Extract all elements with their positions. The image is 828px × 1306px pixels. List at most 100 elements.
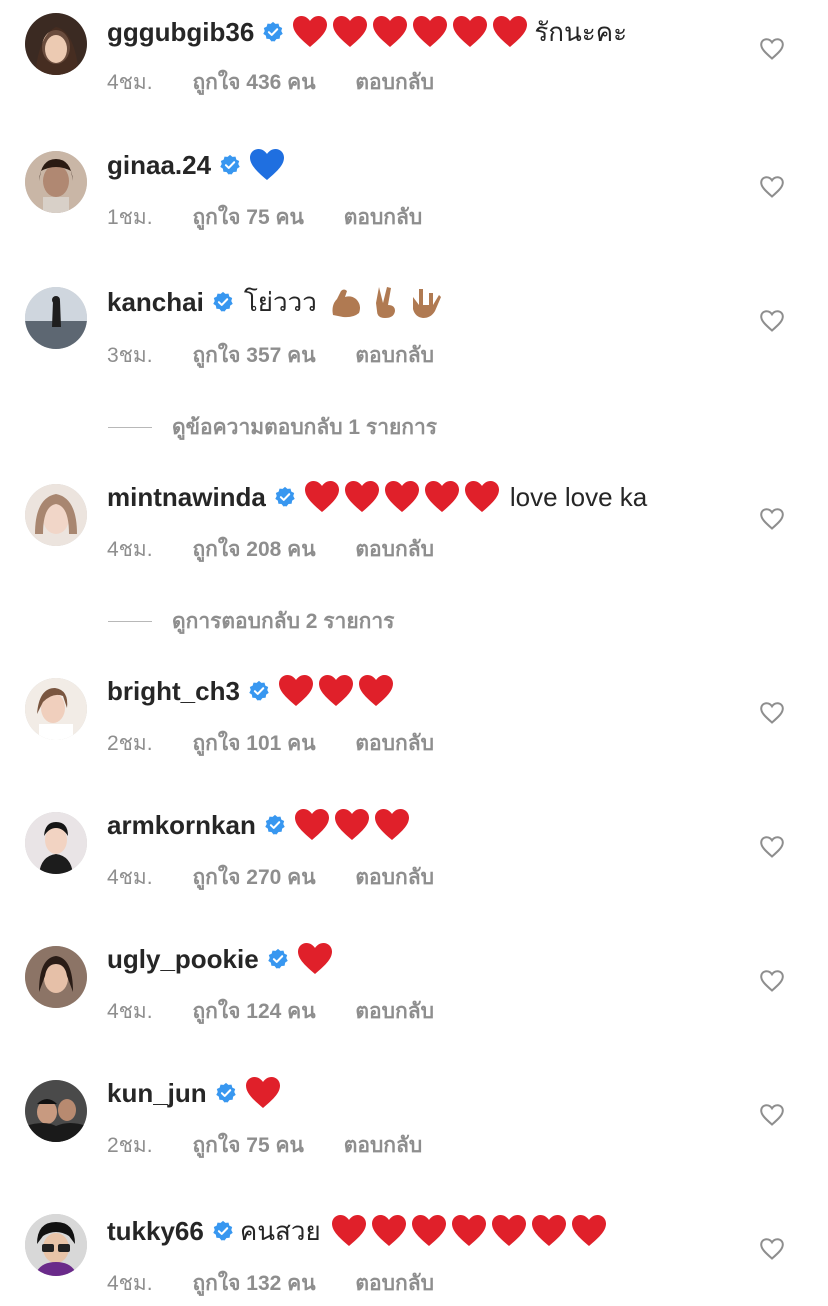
verified-badge-icon	[213, 1220, 233, 1241]
reply-button[interactable]: ตอบกลับ	[355, 344, 434, 367]
verified-badge-icon	[213, 291, 233, 312]
username[interactable]: mintnawinda	[107, 482, 266, 513]
red-heart-icon	[331, 1215, 366, 1246]
heart-outline-icon[interactable]	[760, 970, 784, 992]
comment-time: 4ชม.	[107, 71, 153, 94]
reply-button[interactable]: ตอบกลับ	[355, 71, 434, 94]
comment-text: คนสวย	[239, 1215, 321, 1246]
reply-button[interactable]: ตอบกลับ	[355, 1272, 434, 1295]
reply-button[interactable]: ตอบกลับ	[355, 1000, 434, 1023]
view-replies-label[interactable]: ดูข้อความตอบกลับ 1 รายการ	[172, 411, 437, 444]
verified-badge-icon	[215, 1082, 236, 1103]
avatar[interactable]	[25, 13, 87, 75]
avatar[interactable]	[25, 812, 87, 874]
username[interactable]: armkornkan	[107, 810, 256, 841]
verified-badge-icon	[263, 21, 284, 42]
reply-button[interactable]: ตอบกลับ	[344, 206, 423, 229]
heart-outline-icon[interactable]	[760, 836, 784, 858]
like-count[interactable]: ถูกใจ 357 คน	[192, 344, 315, 367]
verified-badge-icon	[220, 154, 240, 175]
comment-meta: 2ชม. ถูกใจ 75 คน ตอบกลับ	[107, 1129, 456, 1162]
avatar[interactable]	[25, 484, 87, 546]
view-replies-button[interactable]: ดูข้อความตอบกลับ 1 รายการ	[108, 411, 437, 444]
red-heart-icon	[278, 675, 313, 706]
like-count[interactable]: ถูกใจ 208 คน	[192, 538, 315, 561]
view-replies-button[interactable]: ดูการตอบกลับ 2 รายการ	[108, 605, 394, 638]
red-heart-icon	[358, 675, 393, 706]
comment-time: 2ชม.	[107, 1134, 153, 1157]
like-count[interactable]: ถูกใจ 270 คน	[192, 866, 315, 889]
red-heart-icon	[411, 1215, 446, 1246]
red-heart-icon	[294, 809, 329, 840]
like-count[interactable]: ถูกใจ 132 คน	[192, 1272, 315, 1295]
avatar[interactable]	[25, 1080, 87, 1142]
like-count[interactable]: ถูกใจ 75 คน	[192, 1134, 303, 1157]
heart-emojis	[294, 808, 414, 842]
comment-meta: 1ชม. ถูกใจ 75 คน ตอบกลับ	[107, 201, 456, 234]
heart-emojis	[304, 480, 504, 514]
red-heart-icon	[451, 1215, 486, 1246]
avatar[interactable]	[25, 678, 87, 740]
reply-button[interactable]: ตอบกลับ	[355, 538, 434, 561]
red-heart-icon	[413, 16, 448, 47]
comment-time: 4ชม.	[107, 1000, 153, 1023]
comment-meta: 2ชม. ถูกใจ 101 คน ตอบกลับ	[107, 727, 468, 760]
reply-button[interactable]: ตอบกลับ	[355, 732, 434, 755]
red-heart-icon	[453, 16, 488, 47]
heart-outline-icon[interactable]	[760, 1238, 784, 1260]
red-heart-icon	[374, 809, 409, 840]
verified-badge-icon	[267, 948, 288, 969]
comment-time: 2ชม.	[107, 732, 153, 755]
comment-text: รักนะคะ	[534, 16, 628, 47]
comment-time: 1ชม.	[107, 206, 153, 229]
comment-time: 4ชม.	[107, 1272, 153, 1295]
like-count[interactable]: ถูกใจ 101 คน	[192, 732, 315, 755]
heart-outline-icon[interactable]	[760, 1104, 784, 1126]
red-heart-icon	[293, 16, 328, 47]
view-replies-label[interactable]: ดูการตอบกลับ 2 รายการ	[172, 605, 394, 638]
like-count[interactable]: ถูกใจ 75 คน	[192, 206, 303, 229]
username[interactable]: gggubgib36	[107, 17, 254, 48]
username[interactable]: ugly_pookie	[107, 944, 259, 975]
red-heart-icon	[334, 809, 369, 840]
verified-badge-icon	[275, 486, 295, 507]
red-heart-icon	[424, 481, 459, 512]
heart-emojis	[245, 1076, 285, 1110]
avatar[interactable]	[25, 151, 87, 213]
red-heart-icon	[245, 1077, 280, 1108]
avatar[interactable]	[25, 1214, 87, 1276]
reply-button[interactable]: ตอบกลับ	[355, 866, 434, 889]
red-heart-icon	[491, 1215, 526, 1246]
comment-text: love love ka	[509, 481, 648, 512]
username[interactable]: bright_ch3	[107, 676, 240, 707]
comment-meta: 4ชม. ถูกใจ 208 คน ตอบกลับ	[107, 533, 468, 566]
username[interactable]: kanchai	[107, 287, 204, 318]
heart-emojis	[331, 1214, 611, 1248]
username[interactable]: tukky66	[107, 1216, 204, 1247]
heart-outline-icon[interactable]	[760, 702, 784, 724]
like-count[interactable]: ถูกใจ 436 คน	[192, 71, 315, 94]
heart-outline-icon[interactable]	[760, 508, 784, 530]
blue-heart-icon	[250, 149, 285, 180]
divider	[108, 621, 152, 622]
comment-meta: 4ชม. ถูกใจ 132 คน ตอบกลับ	[107, 1267, 468, 1300]
reply-button[interactable]: ตอบกลับ	[344, 1134, 423, 1157]
love-you-gesture-icon	[412, 289, 441, 318]
heart-outline-icon[interactable]	[760, 176, 784, 198]
username[interactable]: kun_jun	[107, 1078, 207, 1109]
heart-outline-icon[interactable]	[760, 310, 784, 332]
heart-outline-icon[interactable]	[760, 38, 784, 60]
red-heart-icon	[344, 481, 379, 512]
red-heart-icon	[493, 16, 528, 47]
red-heart-icon	[371, 1215, 406, 1246]
avatar[interactable]	[25, 287, 87, 349]
red-heart-icon	[318, 675, 353, 706]
username[interactable]: ginaa.24	[107, 150, 211, 181]
avatar[interactable]	[25, 946, 87, 1008]
comment-meta: 4ชม. ถูกใจ 270 คน ตอบกลับ	[107, 861, 468, 894]
red-heart-icon	[464, 481, 499, 512]
comment-meta: 4ชม. ถูกใจ 124 คน ตอบกลับ	[107, 995, 468, 1028]
victory-hand-icon	[375, 287, 395, 318]
red-heart-icon	[304, 481, 339, 512]
like-count[interactable]: ถูกใจ 124 คน	[192, 1000, 315, 1023]
